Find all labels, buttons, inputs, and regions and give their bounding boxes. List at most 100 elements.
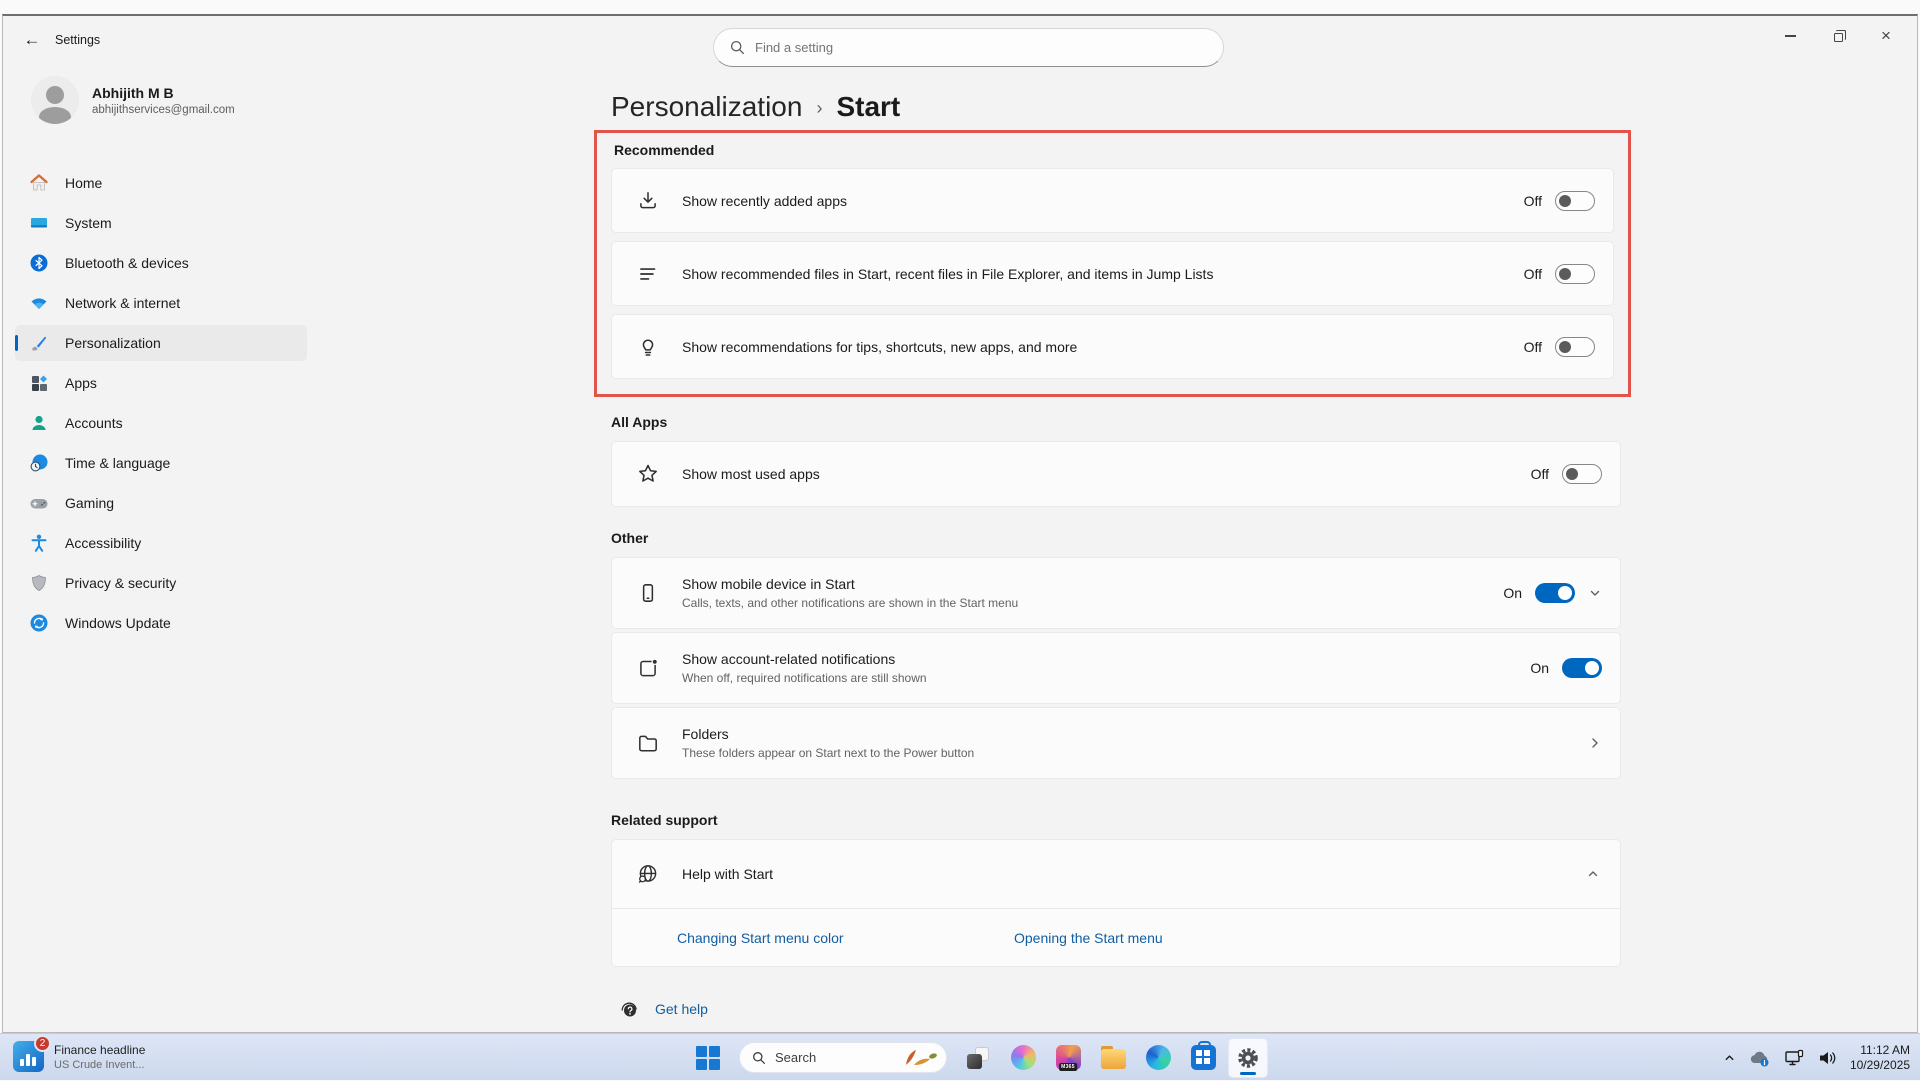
setting-subtitle: When off, required notifications are sti… [682, 671, 927, 685]
chevron-right-icon [1588, 736, 1602, 750]
setting-row-recommended-files[interactable]: Show recommended files in Start, recent … [611, 241, 1614, 306]
taskbar-search-box[interactable]: Search [739, 1042, 947, 1073]
toggle-switch[interactable] [1535, 583, 1575, 603]
sidebar-item-windows-update[interactable]: Windows Update [15, 605, 307, 641]
setting-row-recommendations-tips[interactable]: Show recommendations for tips, shortcuts… [611, 314, 1614, 379]
setting-row-folders[interactable]: Folders These folders appear on Start ne… [611, 707, 1621, 779]
setting-title: Show recommended files in Start, recent … [682, 266, 1213, 282]
get-help-link[interactable]: Get help [655, 1001, 708, 1017]
breadcrumb: Personalization › Start [611, 86, 1621, 128]
support-link-opening-start-menu[interactable]: Opening the Start menu [1014, 930, 1163, 946]
sidebar-item-time-language[interactable]: Time & language [15, 445, 307, 481]
sidebar-item-label: Gaming [65, 495, 114, 511]
phone-icon [636, 581, 660, 605]
sidebar-item-label: Accounts [65, 415, 123, 431]
setting-row-recently-added[interactable]: Show recently added apps Off [611, 168, 1614, 233]
search-input[interactable]: Find a setting [713, 28, 1224, 67]
clock[interactable]: 11:12 AM 10/29/2025 [1850, 1043, 1910, 1073]
task-view-button[interactable] [958, 1038, 998, 1078]
toggle-switch[interactable] [1555, 191, 1595, 211]
breadcrumb-parent[interactable]: Personalization [611, 91, 802, 123]
section-label-related-support: Related support [611, 812, 1621, 828]
toggle-switch[interactable] [1562, 658, 1602, 678]
minimize-button[interactable] [1767, 20, 1813, 52]
restore-button[interactable] [1815, 20, 1861, 52]
windows-logo-icon [696, 1046, 720, 1070]
notification-icon [636, 656, 660, 680]
settings-window: ← Settings × Find a setting Abhijith M B… [2, 14, 1918, 1033]
sidebar-item-gaming[interactable]: Gaming [15, 485, 307, 521]
sidebar: Abhijith M B abhijithservices@gmail.com … [15, 74, 307, 645]
setting-title: Show most used apps [682, 466, 820, 482]
setting-title: Folders [682, 726, 974, 742]
setting-row-most-used[interactable]: Show most used apps Off [611, 441, 1621, 507]
sidebar-item-label: System [65, 215, 112, 231]
sidebar-item-label: Privacy & security [65, 575, 176, 591]
start-button[interactable] [688, 1038, 728, 1078]
tray-time: 11:12 AM [1850, 1043, 1910, 1058]
toggle-state-label: On [1503, 585, 1522, 601]
setting-title: Show mobile device in Start [682, 576, 1018, 592]
sidebar-item-privacy-security[interactable]: Privacy & security [15, 565, 307, 601]
microsoft-store-button[interactable] [1183, 1038, 1223, 1078]
widgets-finance-icon: 2 [13, 1041, 44, 1072]
m365-badge: M365 [1059, 1063, 1077, 1071]
sidebar-item-network-internet[interactable]: Network & internet [15, 285, 307, 321]
main-content: Personalization › Start Recommended Show… [611, 86, 1621, 1020]
hidden-icons-chevron-icon[interactable] [1723, 1051, 1736, 1064]
sidebar-item-label: Time & language [65, 455, 170, 471]
network-ethernet-icon[interactable] [1784, 1049, 1804, 1067]
setting-row-account-notifications[interactable]: Show account-related notifications When … [611, 632, 1621, 704]
sidebar-item-bluetooth-devices[interactable]: Bluetooth & devices [15, 245, 307, 281]
privacy-icon [29, 573, 49, 593]
onedrive-cloud-icon[interactable] [1749, 1049, 1771, 1067]
toggle-switch[interactable] [1562, 464, 1602, 484]
widget-subheadline: US Crude Invent... [54, 1059, 145, 1071]
widgets-button[interactable]: 2 Finance headline US Crude Invent... [13, 1041, 145, 1072]
setting-row-mobile-device[interactable]: Show mobile device in Start Calls, texts… [611, 557, 1621, 629]
help-with-start-row[interactable]: Help with Start [612, 840, 1620, 908]
file-explorer-icon [1101, 1049, 1126, 1069]
sidebar-item-label: Apps [65, 375, 97, 391]
settings-taskbar-button[interactable] [1228, 1038, 1268, 1078]
sidebar-item-home[interactable]: Home [15, 165, 307, 201]
sidebar-item-accessibility[interactable]: Accessibility [15, 525, 307, 561]
edge-button[interactable] [1138, 1038, 1178, 1078]
sidebar-item-accounts[interactable]: Accounts [15, 405, 307, 441]
chevron-down-icon[interactable] [1588, 586, 1602, 600]
copilot-button[interactable] [1003, 1038, 1043, 1078]
taskbar: 2 Finance headline US Crude Invent... Se… [0, 1033, 1920, 1080]
setting-title: Show account-related notifications [682, 651, 927, 667]
chevron-up-icon[interactable] [1586, 867, 1600, 881]
volume-icon[interactable] [1817, 1049, 1837, 1067]
file-explorer-button[interactable] [1093, 1038, 1133, 1078]
lightbulb-icon [636, 335, 660, 359]
sidebar-item-apps[interactable]: Apps [15, 365, 307, 401]
toggle-state-label: Off [1524, 193, 1542, 209]
support-link-start-menu-color[interactable]: Changing Start menu color [677, 930, 1014, 946]
page-title: Start [836, 91, 900, 123]
back-button[interactable]: ← [15, 26, 49, 54]
close-button[interactable]: × [1863, 20, 1909, 52]
sidebar-item-system[interactable]: System [15, 205, 307, 241]
toggle-switch[interactable] [1555, 264, 1595, 284]
sidebar-item-label: Windows Update [65, 615, 171, 631]
section-label-other: Other [611, 530, 1621, 546]
bluetooth-icon [29, 253, 49, 273]
sidebar-item-personalization[interactable]: Personalization [15, 325, 307, 361]
breadcrumb-separator-icon: › [816, 95, 822, 119]
related-support-card: Help with Start Changing Start menu colo… [611, 839, 1621, 967]
m365-copilot-button[interactable]: M365 [1048, 1038, 1088, 1078]
toggle-switch[interactable] [1555, 337, 1595, 357]
task-view-icon [967, 1047, 989, 1069]
tray-date: 10/29/2025 [1850, 1058, 1910, 1073]
avatar [31, 76, 79, 124]
sidebar-item-label: Bluetooth & devices [65, 255, 189, 271]
widget-headline: Finance headline [54, 1043, 145, 1057]
gaming-icon [29, 493, 49, 513]
highlight-annotation-box: Recommended Show recently added apps Off… [594, 130, 1631, 397]
accessibility-icon [29, 533, 49, 553]
account-profile[interactable]: Abhijith M B abhijithservices@gmail.com [15, 74, 307, 126]
download-icon [636, 189, 660, 213]
toggle-state-label: On [1530, 660, 1549, 676]
